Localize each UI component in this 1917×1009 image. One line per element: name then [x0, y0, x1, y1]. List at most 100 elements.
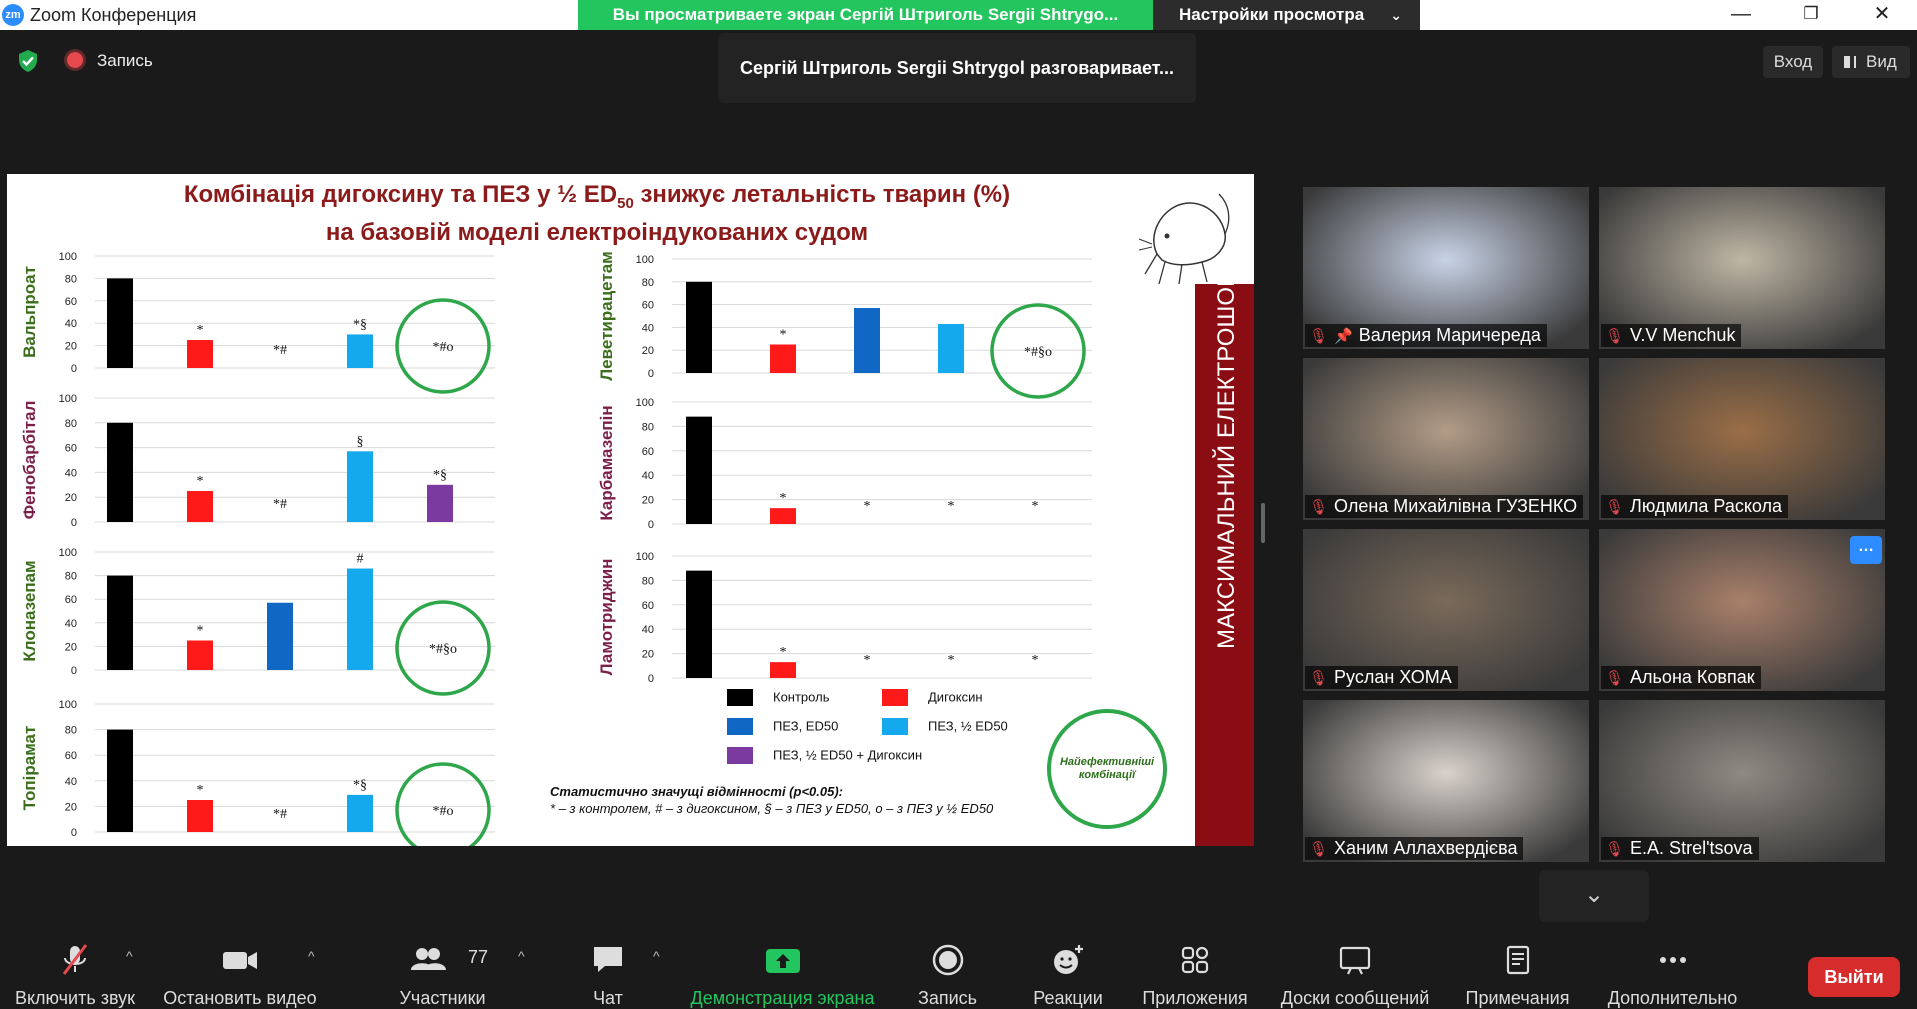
participant-name: V.V Menchuk — [1630, 325, 1736, 345]
participant-tile[interactable]: 🎙 Альона Ковпак — [1599, 529, 1885, 691]
y-tick-label: 20 — [65, 341, 77, 353]
participant-name: Олена Михайлівна ГУЗЕНКО — [1334, 496, 1578, 516]
record-label: Запись — [917, 988, 978, 1008]
mic-muted-icon: 🎙 — [1605, 499, 1625, 516]
video-options-caret-icon[interactable]: ^ — [308, 948, 315, 964]
legend-label: Дигоксин — [928, 689, 983, 705]
bar — [107, 575, 133, 670]
significance-mark: * — [864, 499, 871, 514]
stop-video-button[interactable]: Остановить видео — [160, 930, 320, 1009]
bar-chart: 0 20 40 60 80 100 Фенобарбітал * *# § *§ — [20, 393, 495, 529]
y-tick-label: 0 — [648, 673, 654, 685]
significance-mark: § — [357, 434, 364, 449]
whiteboards-button[interactable]: Доски сообщений — [1270, 930, 1440, 1009]
legend-item: ПЕЗ, ½ ED50 — [882, 717, 1008, 737]
security-shield-icon[interactable] — [16, 49, 40, 73]
participant-tile[interactable]: 🎙 Ханим Аллахвердієва — [1303, 700, 1589, 862]
participants-icon — [410, 948, 446, 970]
minimize-button[interactable]: — — [1716, 0, 1766, 30]
record-button[interactable]: Запись — [900, 930, 995, 1009]
bar — [770, 508, 796, 524]
legend-item: Контроль — [727, 688, 829, 708]
y-tick-label: 80 — [642, 421, 654, 433]
y-tick-label: 60 — [642, 300, 654, 312]
bar-chart: 0 20 40 60 80 100 Клоназепам * # *#§о — [20, 547, 495, 696]
share-screen-button[interactable]: Демонстрация экрана — [680, 930, 885, 1009]
whiteboard-icon — [1339, 946, 1371, 975]
share-screen-label: Демонстрация экрана — [690, 988, 875, 1008]
apps-button[interactable]: Приложения — [1135, 930, 1255, 1009]
bar — [267, 602, 293, 670]
y-tick-label: 40 — [642, 624, 654, 636]
more-button[interactable]: Дополнительно — [1600, 930, 1745, 1009]
y-tick-label: 40 — [65, 318, 77, 330]
y-tick-label: 60 — [65, 594, 77, 606]
participant-tile[interactable]: 🎙 V.V Menchuk — [1599, 187, 1885, 349]
y-tick-label: 0 — [71, 665, 77, 677]
chat-options-caret-icon[interactable]: ^ — [653, 948, 660, 964]
y-tick-label: 40 — [642, 470, 654, 482]
leave-button[interactable]: Выйти — [1808, 957, 1900, 997]
bar — [686, 416, 712, 524]
participant-more-icon[interactable]: … — [1850, 536, 1882, 564]
bar — [770, 662, 796, 678]
participant-name-tag: 🎙 Руслан ХОМА — [1305, 666, 1458, 689]
restore-button[interactable]: ❐ — [1786, 0, 1836, 30]
participant-name-tag: 🎙 Альона Ковпак — [1601, 666, 1761, 689]
participants-button[interactable]: 77 Участники — [390, 930, 495, 1009]
notes-button[interactable]: Примечания — [1455, 930, 1580, 1009]
chat-button[interactable]: Чат — [568, 930, 648, 1009]
record-icon — [932, 944, 963, 976]
y-tick-label: 100 — [59, 251, 77, 263]
bar-chart: 0 20 40 60 80 100 Ламотриджин * * * * — [597, 551, 1092, 685]
legend-swatch — [727, 718, 753, 736]
y-tick-label: 60 — [65, 443, 77, 455]
significance-mark: * — [197, 323, 204, 338]
view-options-dropdown[interactable]: Настройки просмотра ⌄ — [1153, 0, 1420, 30]
participant-name: Людмила Раскола — [1630, 496, 1783, 516]
participant-tile[interactable]: 🎙 E.A. Strel'tsova — [1599, 700, 1885, 862]
participant-tile[interactable]: 🎙 Руслан ХОМА — [1303, 529, 1589, 691]
bar — [347, 794, 373, 832]
y-tick-label: 20 — [65, 801, 77, 813]
video-camera-icon — [223, 952, 257, 969]
y-tick-label: 80 — [642, 277, 654, 289]
window-title-bar: zm Zoom Конференция Вы просматриваете эк… — [0, 0, 1917, 30]
reactions-button[interactable]: Реакции — [1018, 930, 1118, 1009]
significance-mark: * — [780, 491, 787, 506]
view-button-label: Вид — [1866, 52, 1897, 71]
bar — [187, 800, 213, 832]
significance-mark: * — [1032, 499, 1039, 514]
y-tick-label: 0 — [648, 368, 654, 380]
y-axis-label: Топірамат — [20, 726, 39, 811]
participant-name-tag: 🎙 Людмила Раскола — [1601, 495, 1789, 518]
chat-bubble-icon — [594, 947, 622, 972]
participant-tile[interactable]: 🎙 Людмила Раскола — [1599, 358, 1885, 520]
view-button[interactable]: Вид — [1832, 46, 1910, 78]
significance-mark: * — [197, 474, 204, 489]
pin-icon: 📌 — [1334, 328, 1353, 345]
recording-label[interactable]: Запись — [97, 51, 153, 71]
bar — [854, 308, 880, 373]
audio-options-caret-icon[interactable]: ^ — [126, 948, 133, 964]
participant-tile[interactable]: 🎙 Олена Михайлівна ГУЗЕНКО — [1303, 358, 1589, 520]
bar-chart: 0 20 40 60 80 100 Карбамазепін * * * * — [597, 397, 1092, 531]
significance-mark: *# — [273, 807, 287, 822]
unmute-button[interactable]: Включить звук — [0, 930, 150, 1009]
gallery-scroll-down-icon[interactable]: ⌄ — [1539, 870, 1649, 922]
bar — [107, 278, 133, 368]
panel-splitter-handle[interactable] — [1261, 503, 1265, 543]
enter-button[interactable]: Вход — [1763, 46, 1823, 78]
bar — [187, 640, 213, 670]
significance-mark: * — [948, 653, 955, 668]
participants-options-caret-icon[interactable]: ^ — [518, 948, 525, 964]
y-tick-label: 60 — [65, 296, 77, 308]
bar — [187, 491, 213, 522]
participant-name-tag: 🎙 Ханим Аллахвердієва — [1305, 837, 1524, 860]
participant-tile[interactable]: 🎙 📌 Валерия Маричереда — [1303, 187, 1589, 349]
y-tick-label: 80 — [65, 725, 77, 737]
mic-muted-icon — [62, 944, 88, 975]
bar — [347, 451, 373, 522]
bar — [347, 568, 373, 670]
close-button[interactable]: ✕ — [1857, 0, 1907, 30]
